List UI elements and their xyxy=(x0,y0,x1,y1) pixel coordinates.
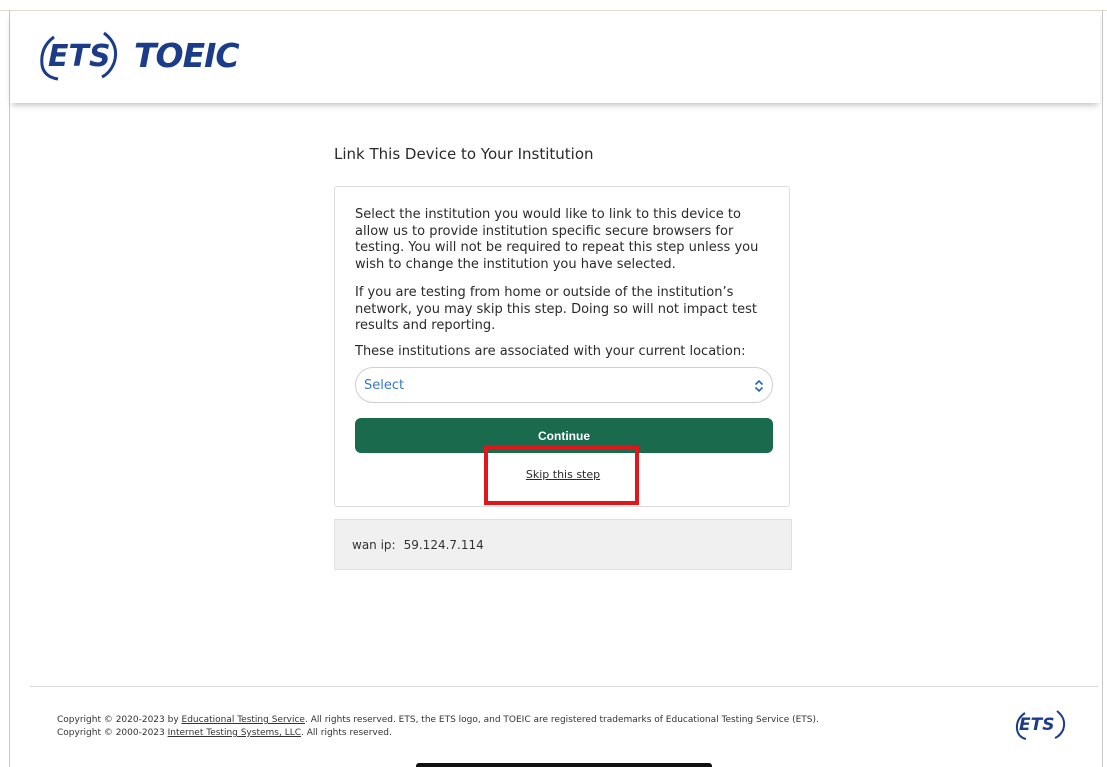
ets-logo-text: ETS xyxy=(48,39,111,74)
copyright-2-suffix: . All rights reserved. xyxy=(301,728,392,738)
copyright-2-prefix: Copyright © 2000-2023 xyxy=(57,728,168,738)
page-title: Link This Device to Your Institution xyxy=(334,145,594,163)
footer-copyright: Copyright © 2020-2023 by Educational Tes… xyxy=(57,714,819,740)
instructions-paragraph: Select the institution you would like to… xyxy=(355,207,759,272)
institution-select[interactable]: Select xyxy=(355,367,773,403)
copyright-line-1: Copyright © 2020-2023 by Educational Tes… xyxy=(57,714,819,727)
copyright-1-suffix: . All rights reserved. ETS, the ETS logo… xyxy=(304,715,819,725)
copyright-line-2: Copyright © 2000-2023 Internet Testing S… xyxy=(57,727,819,740)
wan-ip-value: 59.124.7.114 xyxy=(403,537,484,552)
toeic-logo-text: TOEIC xyxy=(134,35,240,75)
institution-select-value: Select xyxy=(364,377,405,393)
wan-ip-label: wan ip: xyxy=(352,537,396,552)
footer-divider xyxy=(30,686,1098,687)
ets-logo: ETS xyxy=(32,25,128,85)
home-indicator xyxy=(416,763,712,767)
select-arrows-icon xyxy=(754,379,764,393)
footer-ets-logo: ETS xyxy=(1013,707,1069,743)
wan-ip-box: wan ip: 59.124.7.114 xyxy=(334,519,792,570)
ets-toeic-logo[interactable]: ETS TOEIC xyxy=(32,25,240,85)
ets-link[interactable]: Educational Testing Service xyxy=(182,715,305,725)
footer-ets-text: ETS xyxy=(1019,715,1055,735)
its-link[interactable]: Internet Testing Systems, LLC xyxy=(168,728,301,738)
highlight-box xyxy=(484,446,639,505)
header: ETS TOEIC xyxy=(10,11,1100,103)
copyright-1-prefix: Copyright © 2020-2023 by xyxy=(57,715,182,725)
location-label: These institutions are associated with y… xyxy=(355,344,746,359)
skip-info-paragraph: If you are testing from home or outside … xyxy=(355,285,757,333)
